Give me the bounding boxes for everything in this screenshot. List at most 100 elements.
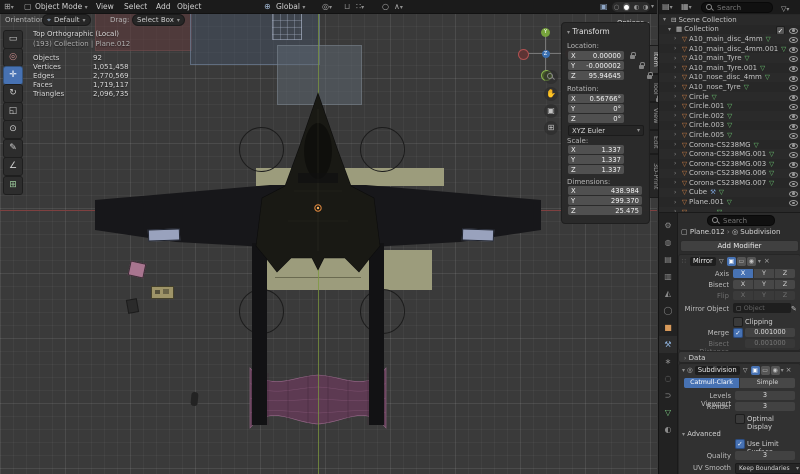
properties-search[interactable]: Search <box>707 215 775 226</box>
proportional-editing-icon[interactable]: ○ <box>382 0 389 13</box>
location-y-field[interactable]: Y-0.000002 <box>568 61 624 70</box>
show-on-cage-icon[interactable]: ▽ <box>741 366 750 375</box>
eye-icon[interactable] <box>789 141 798 149</box>
transform-panel-header[interactable]: ▾ Transform <box>567 26 610 39</box>
eye-icon[interactable] <box>789 198 798 206</box>
tab-render[interactable]: ◍ <box>659 234 677 251</box>
menu-add[interactable]: Add <box>156 0 171 13</box>
lock-icon[interactable] <box>647 72 653 80</box>
rotation-z-field[interactable]: Z0° <box>568 114 624 123</box>
optimal-display-checkbox[interactable] <box>735 414 745 424</box>
outliner-item[interactable]: ›▽Corona-CS238MG.003▽ <box>659 159 800 169</box>
dimensions-x-field[interactable]: X438.984 <box>568 186 642 195</box>
show-render-icon[interactable]: ◉ <box>771 366 780 375</box>
show-edit-mode-icon[interactable]: ▣ <box>727 257 736 266</box>
outliner-item[interactable]: ›▽Corona-CS238MG.007▽ <box>659 178 800 188</box>
orientation-dropdown[interactable]: ⌖ Default ▾ <box>42 14 91 26</box>
outliner-item[interactable]: ›▽Circle.001▽ <box>659 101 800 111</box>
shading-rendered-icon[interactable]: ◑ <box>643 3 649 11</box>
breadcrumb-object[interactable]: Plane.012 <box>690 228 725 236</box>
outliner-item[interactable]: ›▽A10_nose_disc_4mm▽ <box>659 73 800 83</box>
show-on-cage-icon[interactable]: ▽ <box>717 257 726 266</box>
tab-material[interactable]: ◐ <box>659 421 677 438</box>
tool-cursor[interactable]: ◎ <box>3 48 23 67</box>
eyedropper-icon[interactable]: ✎ <box>791 305 797 313</box>
outliner-item[interactable]: ›▽A10_nose_Tyre▽ <box>659 82 800 92</box>
breadcrumb-modifier[interactable]: Subdivision <box>740 228 780 236</box>
3d-viewport[interactable]: Top Orthographic (Local) (193) Collectio… <box>0 13 657 474</box>
outliner-item[interactable]: ›▽Circle▽ <box>659 92 800 102</box>
data-section-header[interactable]: › Data <box>678 351 800 363</box>
outliner-item[interactable]: ›▽A10_main_Tyre.001▽ <box>659 63 800 73</box>
bisect-z-button[interactable]: Z <box>775 280 795 289</box>
eye-icon[interactable] <box>789 83 798 91</box>
scene-wire-cube[interactable] <box>272 13 302 40</box>
scale-z-field[interactable]: Z1.337 <box>568 165 624 174</box>
catmull-clark-button[interactable]: Catmull-Clark <box>684 378 740 388</box>
eye-icon[interactable] <box>789 102 798 110</box>
gizmo-z-center[interactable]: Z <box>542 50 550 58</box>
dimensions-z-field[interactable]: Z25.475 <box>568 206 642 215</box>
outliner-filter-icon[interactable]: ▽▾ <box>781 3 789 16</box>
uv-smooth-dropdown[interactable]: Keep Boundaries▾ <box>735 463 800 474</box>
subdivision-modifier-name[interactable]: Subdivision <box>695 366 740 375</box>
quality-field[interactable]: 3 <box>735 451 795 460</box>
tool-select-box[interactable]: ▭ <box>3 30 23 49</box>
lock-icon[interactable] <box>630 52 636 60</box>
shading-solid-icon[interactable]: ● <box>623 3 631 11</box>
scale-y-field[interactable]: Y1.337 <box>568 155 624 164</box>
shading-options-chevron[interactable]: ▾ <box>651 0 654 13</box>
merge-value-field[interactable]: 0.001000 <box>745 328 795 337</box>
pivot-point-icon[interactable]: ◎▾ <box>322 0 332 14</box>
menu-select[interactable]: Select <box>124 0 147 13</box>
outliner-scene-collection[interactable]: ▾⊟ Scene Collection <box>659 15 800 25</box>
small-object-tan[interactable] <box>151 286 174 299</box>
tab-physics[interactable]: ◌ <box>659 370 677 387</box>
tab-constraints[interactable]: ⊃ <box>659 387 677 404</box>
transform-orientation-dropdown[interactable]: Global ▾ <box>276 0 305 14</box>
tab-scene[interactable]: ◭ <box>659 285 677 302</box>
outliner-item[interactable]: ›▽A10_main_disc_4mm▽ <box>659 34 800 44</box>
bisect-y-button[interactable]: Y <box>754 280 775 289</box>
modifier-menu-chevron[interactable]: ▾ <box>758 255 761 268</box>
mode-dropdown[interactable]: Object Mode ▾ <box>35 0 88 14</box>
eye-icon[interactable] <box>789 26 798 34</box>
tool-rotate[interactable]: ↻ <box>3 84 23 103</box>
tool-scale[interactable]: ◱ <box>3 102 23 121</box>
tool-transform[interactable]: ⊙ <box>3 120 23 139</box>
zoom-button[interactable] <box>544 70 558 84</box>
location-z-field[interactable]: Z95.94645 <box>568 71 624 80</box>
show-render-icon[interactable]: ◉ <box>747 257 756 266</box>
outliner-search[interactable]: Search <box>701 2 773 13</box>
shading-material-icon[interactable]: ◐ <box>634 3 640 11</box>
small-object-capsule[interactable] <box>190 392 198 407</box>
outliner-item-cube[interactable]: ›▽Cube⚒▽ <box>659 188 800 198</box>
eye-icon[interactable] <box>789 64 798 72</box>
location-x-field[interactable]: X0.00000 <box>568 51 624 60</box>
axis-z-button[interactable]: Z <box>775 269 795 278</box>
outliner-item[interactable]: ›▽A10_main_Tyre▽ <box>659 53 800 63</box>
outliner-item[interactable]: ›▽Circle.005▽ <box>659 130 800 140</box>
bisect-distance-field[interactable]: 0.001000 <box>745 339 795 348</box>
tool-move[interactable]: ✛ <box>3 66 23 85</box>
outliner-item[interactable]: ›▽Circle.003▽ <box>659 121 800 131</box>
close-icon[interactable]: × <box>786 366 792 374</box>
menu-view[interactable]: View <box>96 0 114 13</box>
show-viewport-icon[interactable]: ▭ <box>761 366 770 375</box>
tab-view-layer[interactable]: ▥ <box>659 268 677 285</box>
rotation-x-field[interactable]: X0.56766° <box>568 94 624 103</box>
perspective-toggle-button[interactable]: ⊞ <box>544 121 558 135</box>
aircraft-fuselage[interactable] <box>254 91 382 275</box>
eye-icon[interactable] <box>789 131 798 139</box>
outliner-item[interactable]: ›▽Corona-CS238MG.001▽ <box>659 149 800 159</box>
axis-x-button[interactable]: X <box>733 269 754 278</box>
gizmo-y-pos[interactable]: Y <box>541 28 550 37</box>
flip-z-button[interactable]: Z <box>775 291 795 300</box>
eye-icon[interactable] <box>789 93 798 101</box>
rotation-y-field[interactable]: Y0° <box>568 104 624 113</box>
panel-expand-chevron[interactable]: ▾ <box>682 364 685 377</box>
small-object-dark[interactable] <box>126 298 139 314</box>
flip-y-button[interactable]: Y <box>754 291 775 300</box>
eye-icon[interactable] <box>789 179 798 187</box>
add-modifier-button[interactable]: Add Modifier <box>680 240 799 252</box>
